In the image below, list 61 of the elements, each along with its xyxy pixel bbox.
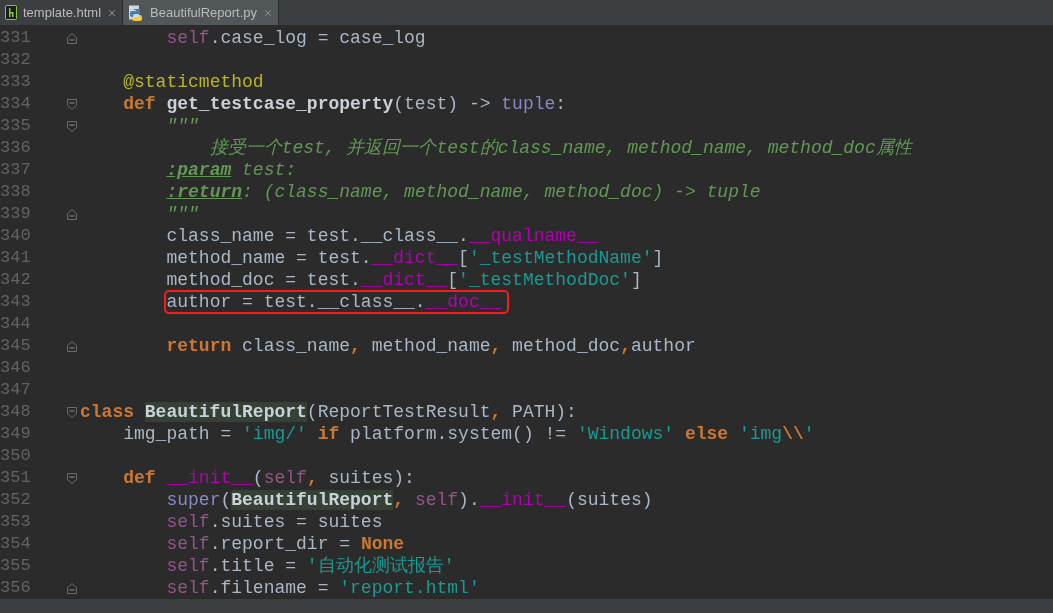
line-number: 348 (0, 401, 32, 423)
close-icon[interactable] (107, 7, 118, 18)
html-file-icon (5, 5, 17, 20)
code-line: img_path = 'img/' if platform.system() != 'Windows' else 'img\\' (123, 424, 815, 444)
line-number: 344 (0, 313, 32, 335)
line-number: 343 (0, 291, 32, 313)
code-line: @staticmethod (123, 72, 264, 92)
python-file-icon (128, 4, 145, 21)
code-line: class_name = test.__class__.__qualname__ (166, 226, 599, 246)
code-line: super(BeautifulReport, self).__init__(suites) (166, 490, 653, 510)
code-line: self.case_log = case_log (166, 28, 426, 48)
fold-marker-icon[interactable] (67, 32, 77, 44)
code-line: self.filename = 'report.html' (166, 578, 480, 598)
line-number: 350 (0, 445, 32, 467)
line-number: 331 (0, 27, 32, 49)
code-line: :return: (class_name, method_name, method_doc) -> tuple (166, 182, 761, 202)
code-line: """ (166, 116, 199, 136)
line-number: 342 (0, 269, 32, 291)
line-number: 338 (0, 181, 32, 203)
tab-label: BeautifulReport.py (150, 3, 257, 22)
line-number: 345 (0, 335, 32, 357)
line-number: 334 (0, 93, 32, 115)
fold-marker-icon[interactable] (67, 406, 77, 418)
line-number: 351 (0, 467, 32, 489)
fold-marker-icon[interactable] (67, 472, 77, 484)
code-line: :param test: (166, 160, 297, 180)
line-number: 356 (0, 577, 32, 599)
line-number: 339 (0, 203, 32, 225)
close-icon[interactable] (263, 7, 273, 18)
line-number: 352 (0, 489, 32, 511)
line-number: 340 (0, 225, 32, 247)
code-line: class BeautifulReport(ReportTestResult, PATH): (80, 402, 577, 422)
line-number: 353 (0, 511, 32, 533)
code-line: method_name = test.__dict__['_testMethodName'] (166, 248, 664, 268)
tab-label: template.html (23, 3, 102, 22)
code-line: method_doc = test.__dict__['_testMethodDoc'] (166, 270, 642, 290)
line-number: 333 (0, 71, 32, 93)
code-line: """ (166, 204, 199, 224)
code-line: self.title = '自动化测试报告' (166, 556, 455, 576)
fold-marker-icon[interactable] (67, 582, 77, 594)
line-number: 336 (0, 137, 32, 159)
line-number: 346 (0, 357, 32, 379)
line-number: 349 (0, 423, 32, 445)
code-line: def get_testcase_property(test) -> tuple: (123, 94, 567, 114)
code-line: 接受一个test, 并返回一个test的class_name, method_name, method_doc属性 (209, 138, 912, 158)
line-number: 335 (0, 115, 32, 137)
line-number: 332 (0, 49, 32, 71)
line-number: 337 (0, 159, 32, 181)
fold-marker-icon[interactable] (67, 120, 77, 132)
code-line: return class_name, method_name, method_doc,author (166, 336, 696, 356)
line-number: 355 (0, 555, 32, 577)
fold-marker-icon[interactable] (67, 340, 77, 352)
fold-marker-icon[interactable] (67, 98, 77, 110)
line-number: 341 (0, 247, 32, 269)
code-line: self.report_dir = None (166, 534, 405, 554)
code-line: self.suites = suites (166, 512, 383, 532)
editor-tab[interactable]: BeautifulReport.py (123, 0, 279, 25)
line-number: 347 (0, 379, 32, 401)
code-line: def __init__(self, suites): (123, 468, 415, 488)
line-number: 354 (0, 533, 32, 555)
fold-marker-icon[interactable] (67, 208, 77, 220)
